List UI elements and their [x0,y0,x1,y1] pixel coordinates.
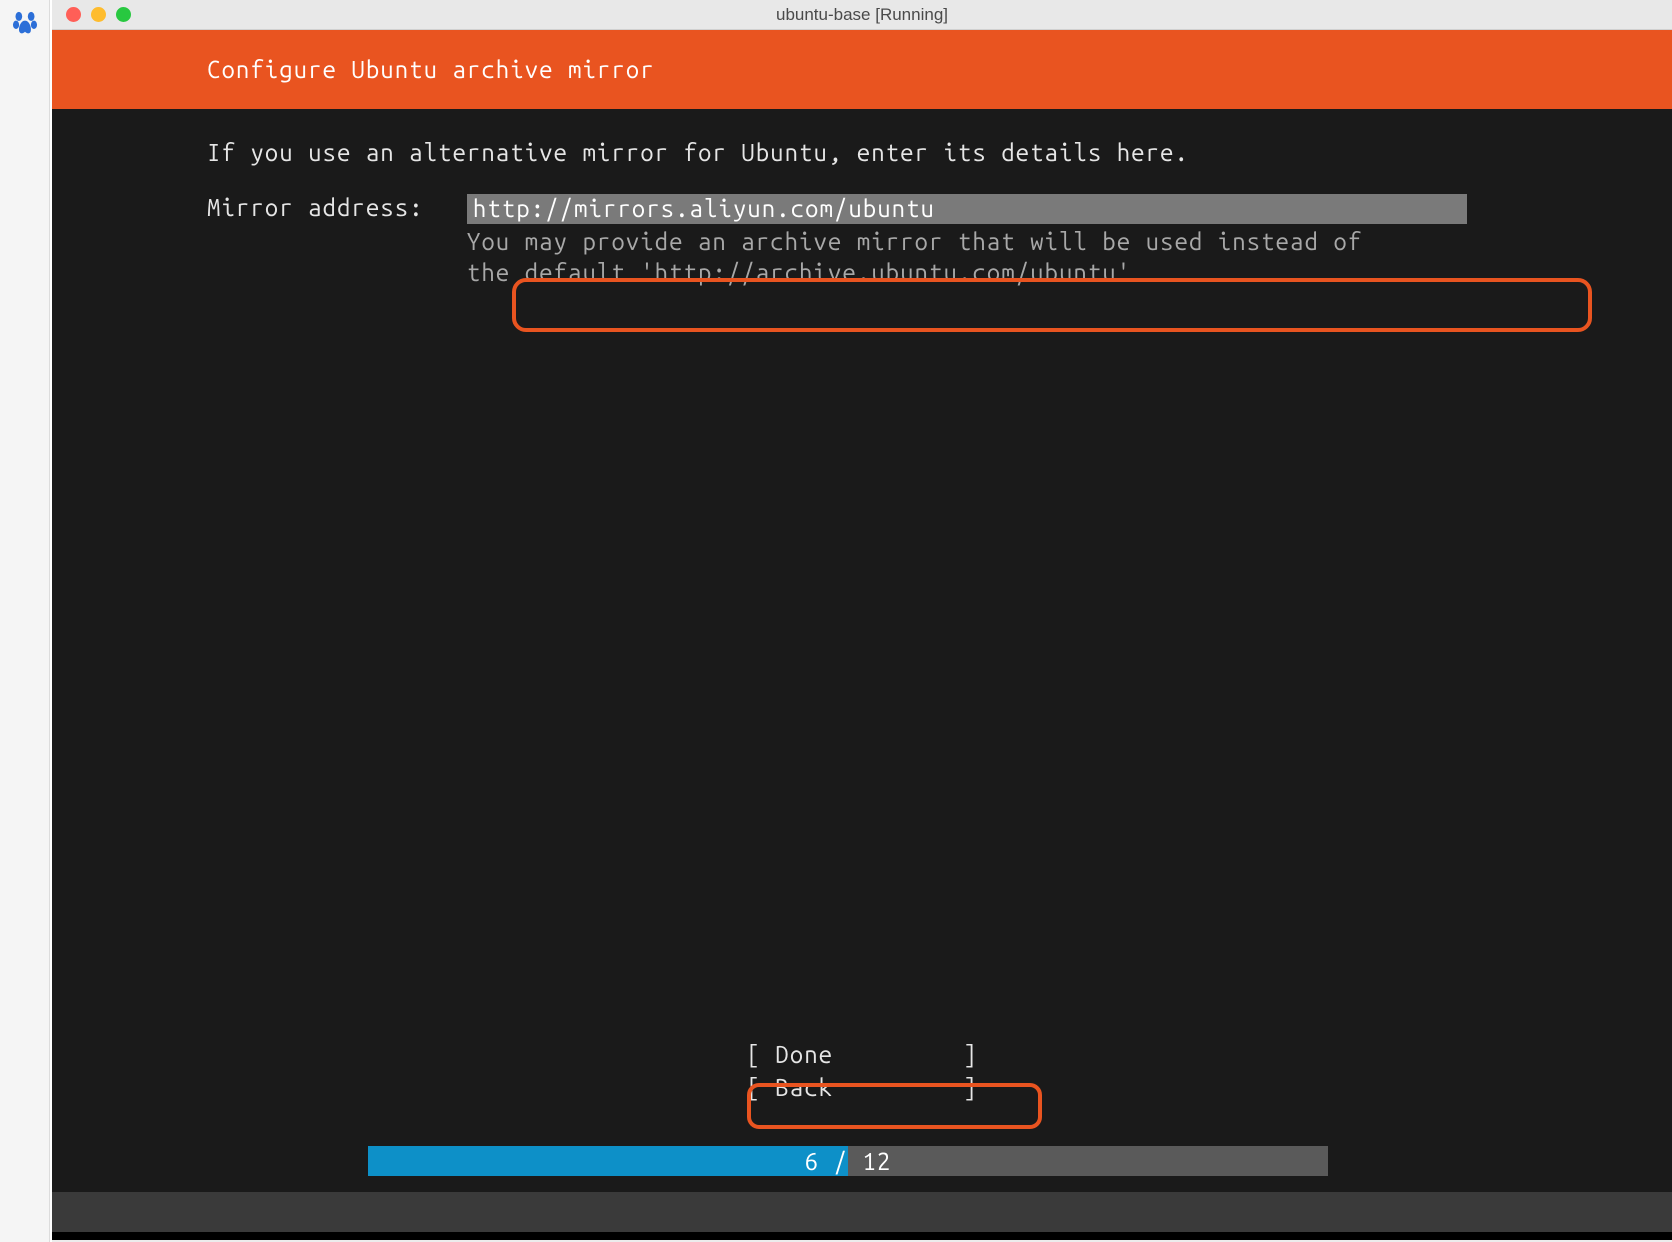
vm-screen: Configure Ubuntu archive mirror If you u… [52,30,1672,1240]
mirror-hint: You may provide an archive mirror that w… [467,226,1467,288]
progress-fill [368,1146,848,1176]
bottom-strip [52,1192,1672,1240]
virtualbox-window: ubuntu-base [Running] Configure Ubuntu a… [52,0,1672,1242]
window-titlebar[interactable]: ubuntu-base [Running] [52,0,1672,30]
traffic-lights [52,7,131,22]
maximize-window-button[interactable] [116,7,131,22]
browser-sidebar [0,0,50,1242]
baidu-paw-icon[interactable] [11,8,39,36]
mirror-address-input[interactable]: http://mirrors.aliyun.com/ubuntu [467,194,1467,224]
bottom-strip-inner [52,1232,1672,1240]
mirror-address-label: Mirror address: [207,194,467,221]
progress-text: 6 / 12 [805,1148,892,1175]
hint-line-1: You may provide an archive mirror that w… [467,226,1467,257]
progress-bar: 6 / 12 [368,1146,1328,1176]
installer-body: If you use an alternative mirror for Ubu… [52,109,1672,288]
mirror-field-row: Mirror address: http://mirrors.aliyun.co… [207,194,1672,288]
hint-line-2: the default 'http://archive.ubuntu.com/u… [467,257,1467,288]
minimize-window-button[interactable] [91,7,106,22]
footer-buttons: [ Done ] [ Back ] [746,1039,977,1104]
window-title: ubuntu-base [Running] [776,5,948,25]
installer-header: Configure Ubuntu archive mirror [52,30,1672,109]
done-button[interactable]: [ Done ] [746,1039,977,1071]
instruction-text: If you use an alternative mirror for Ubu… [207,139,1672,166]
back-button[interactable]: [ Back ] [746,1072,977,1104]
close-window-button[interactable] [66,7,81,22]
installer-header-text: Configure Ubuntu archive mirror [207,56,655,83]
